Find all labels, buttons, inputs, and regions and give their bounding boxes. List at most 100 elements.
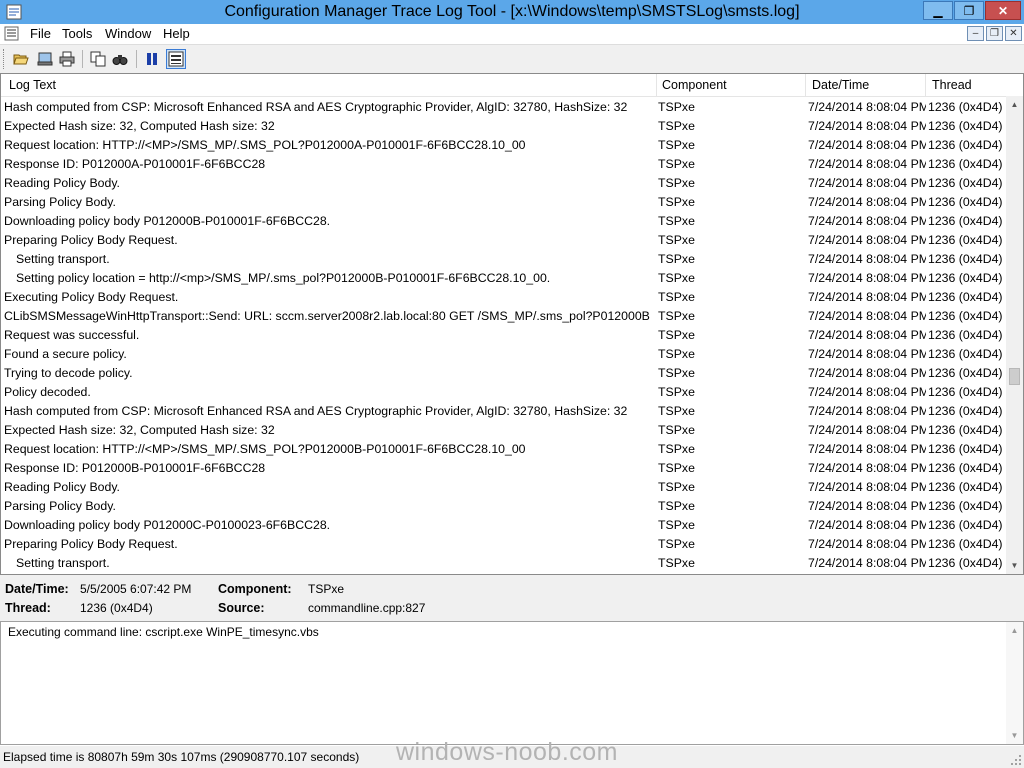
datetime-label: Date/Time:	[5, 582, 69, 596]
column-divider[interactable]	[805, 74, 806, 96]
log-row-thread: 1236 (0x4D4)	[928, 328, 1003, 342]
log-row-datetime: 7/24/2014 8:08:04 PM	[808, 423, 926, 437]
log-row[interactable]: Reading Policy Body. TSPxe 7/24/2014 8:08:…	[1, 174, 1007, 193]
log-row-component: TSPxe	[658, 157, 695, 171]
log-row[interactable]: Parsing Policy Body. TSPxe 7/24/2014 8:08:…	[1, 193, 1007, 212]
mdi-close-button[interactable]: ✕	[1005, 26, 1022, 41]
log-row-datetime: 7/24/2014 8:08:04 PM	[808, 366, 926, 380]
message-box[interactable]: Executing command line: cscript.exe WinP…	[0, 621, 1024, 745]
log-row-thread: 1236 (0x4D4)	[928, 385, 1003, 399]
log-row[interactable]: Found a secure policy. TSPxe 7/24/2014 8:0…	[1, 345, 1007, 364]
log-row-component: TSPxe	[658, 461, 695, 475]
log-row[interactable]: Preparing Policy Body Request. TSPxe 7/24/…	[1, 535, 1007, 554]
maximize-icon: ❐	[963, 3, 975, 18]
mdi-minimize-button[interactable]: –	[967, 26, 984, 41]
column-header-thread[interactable]: Thread	[932, 78, 972, 92]
source-label: Source:	[218, 601, 265, 615]
scroll-up-button[interactable]: ▲	[1006, 96, 1023, 113]
menu-file[interactable]: File	[30, 26, 51, 41]
log-row-text: Preparing Policy Body Request.	[4, 537, 178, 551]
maximize-button[interactable]: ❐	[954, 1, 984, 20]
message-scrollbar[interactable]: ▲ ▼	[1006, 622, 1023, 744]
menu-bar: File Tools Window Help – ❐ ✕	[0, 24, 1024, 44]
column-divider[interactable]	[925, 74, 926, 96]
pause-icon	[147, 53, 157, 65]
log-list[interactable]: Log Text Component Date/Time Thread Hash…	[0, 73, 1024, 575]
log-row[interactable]: Downloading policy body P012000C-P010002…	[1, 516, 1007, 535]
log-row-text: Request was successful.	[4, 328, 140, 342]
close-button[interactable]: ✕	[985, 1, 1021, 20]
open-button[interactable]	[11, 49, 31, 69]
print-button[interactable]	[57, 49, 77, 69]
column-divider[interactable]	[656, 74, 657, 96]
log-row[interactable]: Parsing Policy Body. TSPxe 7/24/2014 8:08:…	[1, 497, 1007, 516]
log-row[interactable]: Setting transport. TSPxe 7/24/2014 8:08:04…	[1, 554, 1007, 573]
log-row-text: Parsing Policy Body.	[4, 195, 116, 209]
minimize-icon: ▁	[933, 3, 943, 18]
toolbar-separator	[136, 50, 137, 68]
log-scrollbar[interactable]: ▲ ▼	[1006, 96, 1023, 574]
window-title: Configuration Manager Trace Log Tool - […	[224, 3, 800, 20]
menu-help[interactable]: Help	[163, 26, 190, 41]
log-row-thread: 1236 (0x4D4)	[928, 252, 1003, 266]
log-row-text: Hash computed from CSP: Microsoft Enhanc…	[4, 404, 628, 418]
log-row-thread: 1236 (0x4D4)	[928, 461, 1003, 475]
log-row[interactable]: Setting transport. TSPxe 7/24/2014 8:08:04…	[1, 250, 1007, 269]
log-row[interactable]: Policy decoded. TSPxe 7/24/2014 8:08:04 PM…	[1, 383, 1007, 402]
highlight-icon	[168, 51, 184, 67]
log-row[interactable]: Response ID: P012000B-P010001F-6F6BCC28 T…	[1, 459, 1007, 478]
scroll-down-button[interactable]: ▼	[1006, 557, 1023, 574]
log-row-component: TSPxe	[658, 556, 695, 570]
log-row[interactable]: Reading Policy Body. TSPxe 7/24/2014 8:08:…	[1, 478, 1007, 497]
copy-button[interactable]	[88, 49, 108, 69]
log-row-thread: 1236 (0x4D4)	[928, 442, 1003, 456]
log-row-text: Trying to decode policy.	[4, 366, 133, 380]
datetime-value: 5/5/2005 6:07:42 PM	[80, 582, 192, 596]
log-row-datetime: 7/24/2014 8:08:04 PM	[808, 233, 926, 247]
document-icon[interactable]	[4, 26, 19, 41]
log-row-text: Setting policy location = http://<mp>/SM…	[16, 271, 551, 285]
log-row-datetime: 7/24/2014 8:08:04 PM	[808, 556, 926, 570]
log-row[interactable]: Request was successful. TSPxe 7/24/2014 8:…	[1, 326, 1007, 345]
log-row-datetime: 7/24/2014 8:08:04 PM	[808, 404, 926, 418]
menu-tools[interactable]: Tools	[62, 26, 92, 41]
toolbar-grip[interactable]	[3, 49, 7, 69]
log-row[interactable]: Request location: HTTP://<MP>/SMS_MP/.SM…	[1, 136, 1007, 155]
pause-button[interactable]	[142, 49, 162, 69]
log-row-thread: 1236 (0x4D4)	[928, 233, 1003, 247]
log-row-component: TSPxe	[658, 347, 695, 361]
column-header-datetime[interactable]: Date/Time	[812, 78, 869, 92]
log-row[interactable]: Hash computed from CSP: Microsoft Enhanc…	[1, 402, 1007, 421]
column-header-component[interactable]: Component	[662, 78, 727, 92]
log-row-text: Downloading policy body P012000C-P010002…	[4, 518, 331, 532]
log-row[interactable]: Hash computed from CSP: Microsoft Enhanc…	[1, 98, 1007, 117]
log-row-thread: 1236 (0x4D4)	[928, 518, 1003, 532]
menu-window[interactable]: Window	[105, 26, 151, 41]
column-header-log-text[interactable]: Log Text	[9, 78, 56, 92]
open-lastlog-button[interactable]	[35, 49, 55, 69]
log-row-text: CLibSMSMessageWinHttpTransport::Send: UR…	[4, 309, 650, 323]
log-row-thread: 1236 (0x4D4)	[928, 499, 1003, 513]
log-header: Log Text Component Date/Time Thread	[1, 74, 1007, 97]
mdi-restore-button[interactable]: ❐	[986, 26, 1003, 41]
highlight-button[interactable]	[166, 49, 186, 69]
log-row[interactable]: Setting policy location = http://<mp>/SM…	[1, 269, 1007, 288]
log-row[interactable]: Downloading policy body P012000B-P010001…	[1, 212, 1007, 231]
log-row[interactable]: Executing Policy Body Request. TSPxe 7/24/…	[1, 288, 1007, 307]
scroll-up-button[interactable]: ▲	[1006, 622, 1023, 639]
log-row-datetime: 7/24/2014 8:08:04 PM	[808, 328, 926, 342]
log-row-component: TSPxe	[658, 309, 695, 323]
log-row[interactable]: Preparing Policy Body Request. TSPxe 7/24/…	[1, 231, 1007, 250]
log-row[interactable]: Request location: HTTP://<MP>/SMS_MP/.SM…	[1, 440, 1007, 459]
minimize-button[interactable]: ▁	[923, 1, 953, 20]
resize-grip-icon[interactable]	[1010, 754, 1022, 766]
open-lastlog-icon	[37, 52, 53, 66]
scroll-thumb[interactable]	[1009, 368, 1020, 385]
log-row[interactable]: CLibSMSMessageWinHttpTransport::Send: UR…	[1, 307, 1007, 326]
log-row[interactable]: Expected Hash size: 32, Computed Hash si…	[1, 421, 1007, 440]
log-row[interactable]: Expected Hash size: 32, Computed Hash si…	[1, 117, 1007, 136]
scroll-down-button[interactable]: ▼	[1006, 727, 1023, 744]
log-row[interactable]: Response ID: P012000A-P010001F-6F6BCC28 T…	[1, 155, 1007, 174]
log-row[interactable]: Trying to decode policy. TSPxe 7/24/2014 8…	[1, 364, 1007, 383]
find-button[interactable]	[110, 49, 130, 69]
